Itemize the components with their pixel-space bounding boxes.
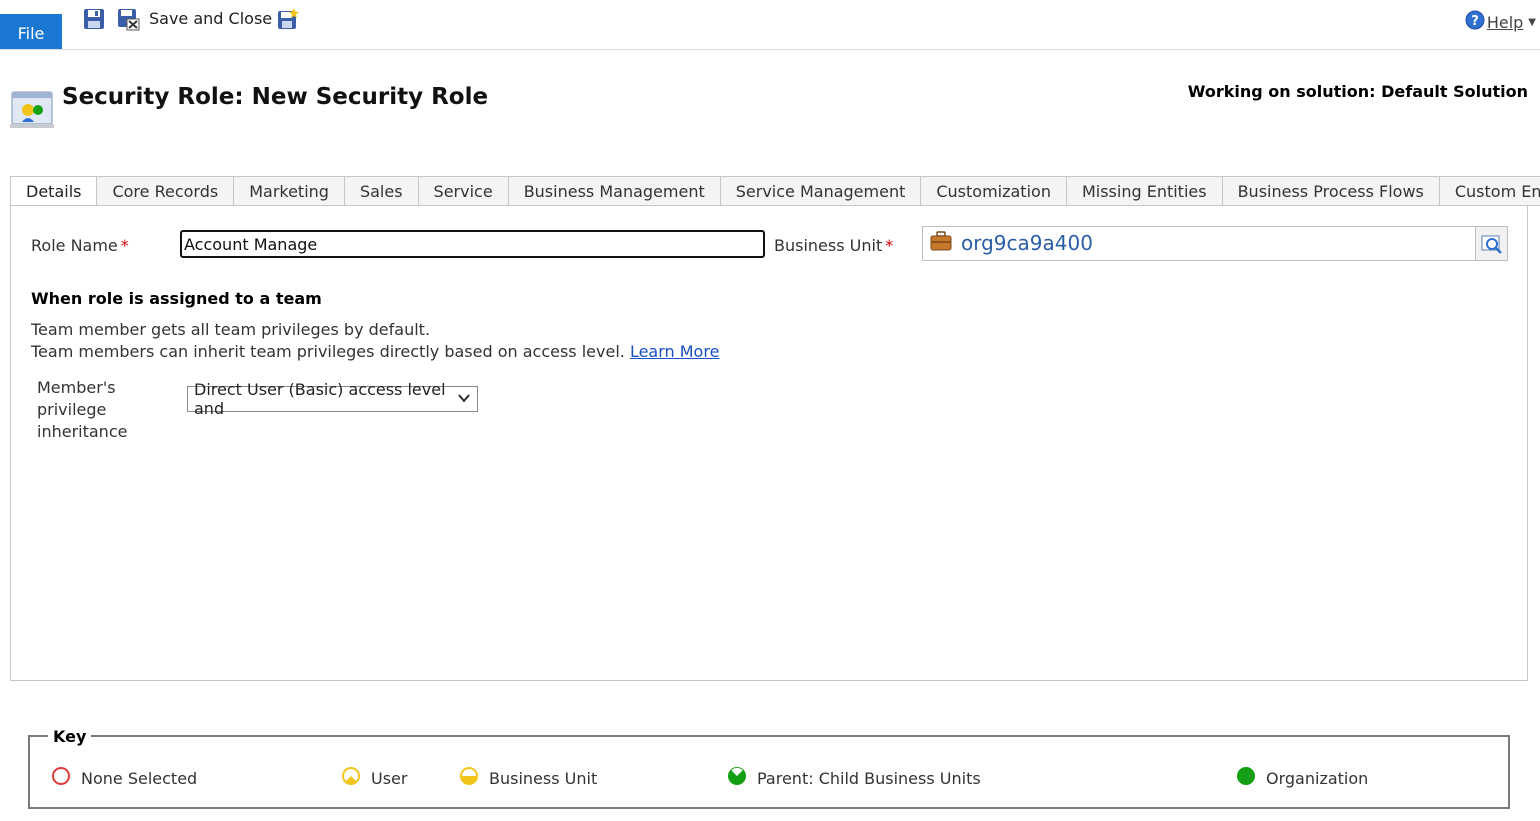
key-label: Organization — [1266, 768, 1369, 788]
key-item-none-selected: None Selected — [51, 766, 197, 790]
tab-custom-entities[interactable]: Custom Entities — [1439, 176, 1540, 206]
details-panel — [10, 205, 1528, 681]
role-name-label-text: Role Name — [31, 236, 118, 255]
business-unit-label: Business Unit * — [774, 236, 893, 255]
team-description-2-text: Team members can inherit team privileges… — [31, 342, 625, 361]
tab-service-management[interactable]: Service Management — [720, 176, 922, 206]
help-icon: ? — [1465, 10, 1485, 34]
key-label: User — [371, 768, 408, 788]
key-label: Business Unit — [489, 768, 598, 788]
circle-half-yellow-icon — [459, 766, 479, 790]
tab-missing-entities[interactable]: Missing Entities — [1066, 176, 1223, 206]
team-description-1: Team member gets all team privileges by … — [31, 320, 431, 339]
team-description-2: Team members can inherit team privileges… — [31, 342, 719, 361]
help-label[interactable]: Help — [1487, 13, 1523, 32]
circle-three-quarter-green-icon — [727, 766, 747, 790]
required-mark: * — [885, 236, 894, 255]
chevron-down-icon — [457, 390, 471, 409]
key-item-business-unit: Business Unit — [459, 766, 597, 790]
svg-text:?: ? — [1471, 14, 1479, 29]
save-and-close-button[interactable]: Save and Close — [149, 9, 272, 28]
security-role-icon — [8, 88, 56, 132]
inheritance-label: Member's privilege inheritance — [37, 378, 128, 441]
circle-full-green-icon — [1236, 766, 1256, 790]
tab-details[interactable]: Details — [10, 176, 98, 206]
tab-core-records[interactable]: Core Records — [97, 176, 235, 206]
business-unit-link[interactable]: org9ca9a400 — [961, 231, 1093, 255]
key-item-organization: Organization — [1236, 766, 1368, 790]
key-title: Key — [48, 727, 92, 746]
inheritance-select-value: Direct User (Basic) access level and — [194, 380, 446, 418]
role-name-input[interactable] — [180, 230, 765, 258]
key-label: None Selected — [81, 768, 198, 788]
tab-sales[interactable]: Sales — [344, 176, 419, 206]
tab-business-process-flows[interactable]: Business Process Flows — [1222, 176, 1440, 206]
tab-bar: Details Core Records Marketing Sales Ser… — [10, 176, 1540, 206]
key-item-user: User — [341, 766, 407, 790]
save-icon[interactable] — [82, 7, 106, 31]
circle-empty-red-icon — [51, 766, 71, 790]
lookup-icon[interactable] — [1475, 227, 1507, 260]
file-button[interactable]: File — [0, 14, 62, 49]
tab-service[interactable]: Service — [418, 176, 509, 206]
business-unit-field[interactable]: org9ca9a400 — [922, 226, 1508, 261]
chevron-down-icon[interactable]: ▼ — [1528, 17, 1536, 28]
solution-label: Working on solution: Default Solution — [1187, 82, 1528, 101]
circle-quarter-yellow-icon — [341, 766, 361, 790]
inheritance-select[interactable]: Direct User (Basic) access level and — [187, 380, 478, 418]
learn-more-link[interactable]: Learn More — [630, 342, 719, 361]
tab-business-management[interactable]: Business Management — [508, 176, 721, 206]
save-as-icon[interactable] — [276, 7, 300, 31]
key-label: Parent: Child Business Units — [757, 768, 981, 788]
help-menu[interactable]: ? Help ▼ — [1465, 10, 1536, 34]
business-unit-label-text: Business Unit — [774, 236, 883, 255]
page-title: Security Role: New Security Role — [62, 84, 489, 110]
key-item-parent-child: Parent: Child Business Units — [727, 766, 981, 790]
role-name-label: Role Name * — [31, 236, 129, 255]
save-and-close-icon[interactable] — [116, 7, 140, 31]
team-section-title: When role is assigned to a team — [31, 289, 322, 308]
tab-customization[interactable]: Customization — [921, 176, 1067, 206]
ribbon-toolbar: File Save and Close ? Help ▼ — [0, 0, 1540, 50]
required-mark: * — [120, 236, 129, 255]
briefcase-icon — [930, 231, 952, 251]
tab-marketing[interactable]: Marketing — [234, 176, 345, 206]
